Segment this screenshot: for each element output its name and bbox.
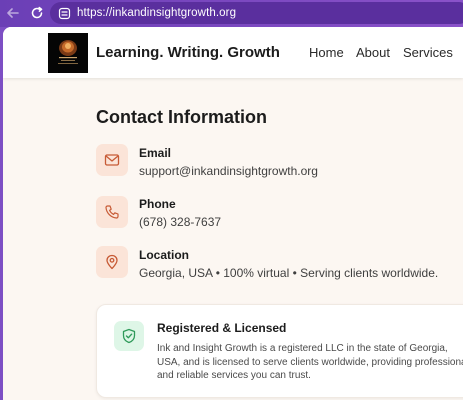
location-label: Location xyxy=(139,248,189,262)
map-pin-icon xyxy=(96,246,128,278)
nav-services-link[interactable]: Services xyxy=(403,45,453,60)
license-title: Registered & Licensed xyxy=(157,321,287,335)
back-button[interactable] xyxy=(3,3,23,23)
address-bar[interactable]: https://inkandinsightgrowth.org xyxy=(50,2,463,24)
reload-icon xyxy=(31,6,43,19)
email-label: Email xyxy=(139,146,172,160)
web-page: Learning. Writing. Growth Home About Ser… xyxy=(3,27,463,400)
site-header: Learning. Writing. Growth Home About Ser… xyxy=(3,27,463,78)
nav-about-link[interactable]: About xyxy=(356,45,390,60)
reload-button[interactable] xyxy=(27,3,47,23)
url-text[interactable]: https://inkandinsightgrowth.org xyxy=(77,7,236,19)
mail-icon xyxy=(96,144,128,176)
license-description: Ink and Insight Growth is a registered L… xyxy=(157,343,463,381)
shield-check-icon xyxy=(114,321,144,351)
browser-toolbar: https://inkandinsightgrowth.org xyxy=(0,0,463,27)
license-card: Registered & Licensed Ink and Insight Gr… xyxy=(96,304,463,398)
nav-home-link[interactable]: Home xyxy=(309,45,344,60)
arrow-left-icon xyxy=(7,8,19,18)
site-logo[interactable] xyxy=(48,33,88,73)
contact-section-title: Contact Information xyxy=(96,107,267,127)
site-brand-title[interactable]: Learning. Writing. Growth xyxy=(96,44,280,61)
phone-label: Phone xyxy=(139,197,176,211)
phone-icon xyxy=(96,196,128,228)
site-info-icon[interactable] xyxy=(57,6,71,20)
email-value[interactable]: support@inkandinsightgrowth.org xyxy=(139,164,318,178)
phone-value[interactable]: (678) 328-7637 xyxy=(139,215,221,229)
location-value: Georgia, USA • 100% virtual • Serving cl… xyxy=(139,266,439,280)
